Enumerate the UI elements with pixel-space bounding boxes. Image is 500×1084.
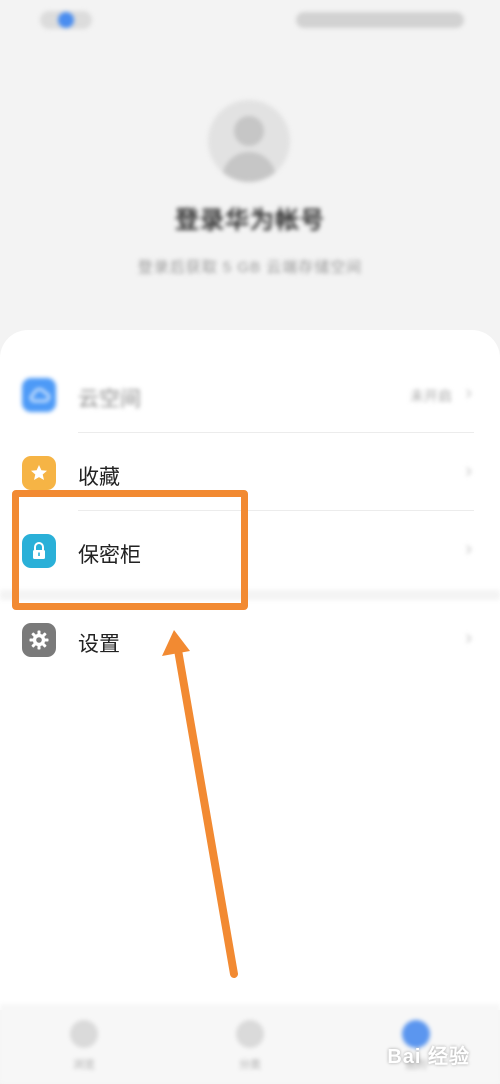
- gear-icon: [22, 623, 56, 657]
- star-icon: [22, 456, 56, 490]
- login-title[interactable]: 登录华为帐号: [0, 200, 500, 235]
- divider: [78, 432, 474, 433]
- chevron-right-icon: ›: [465, 627, 472, 649]
- avatar[interactable]: [208, 100, 290, 182]
- chevron-right-icon: ›: [465, 460, 472, 482]
- menu-item-settings[interactable]: 设置 ›: [0, 603, 500, 675]
- cloud-icon: [22, 378, 56, 412]
- nav-category[interactable]: 分类: [226, 1016, 274, 1076]
- menu-item-cloud[interactable]: 云空间 未开启 ›: [0, 358, 500, 430]
- status-bar: [0, 0, 500, 40]
- highlight-box: [12, 490, 248, 610]
- login-subtitle: 登录后获取 5 GB 云端存储空间: [137, 259, 363, 276]
- avatar-head: [234, 116, 264, 146]
- menu-item-cloud-label: 云空间: [78, 388, 141, 411]
- menu-item-favorites-label: 收藏: [78, 466, 120, 489]
- chevron-right-icon: ›: [465, 382, 472, 404]
- chevron-right-icon: ›: [465, 538, 472, 560]
- notification-dot: [58, 12, 74, 28]
- category-icon: [236, 1020, 264, 1048]
- status-icons: [296, 12, 464, 28]
- avatar-body: [222, 152, 276, 182]
- menu-item-cloud-value: 未开启: [410, 388, 452, 404]
- browse-icon: [70, 1020, 98, 1048]
- menu-item-settings-label: 设置: [78, 633, 120, 656]
- watermark: Bai 经验: [387, 1046, 470, 1068]
- nav-browse-label: 浏览: [73, 1059, 95, 1071]
- nav-browse[interactable]: 浏览: [60, 1016, 108, 1076]
- nav-category-label: 分类: [239, 1059, 261, 1071]
